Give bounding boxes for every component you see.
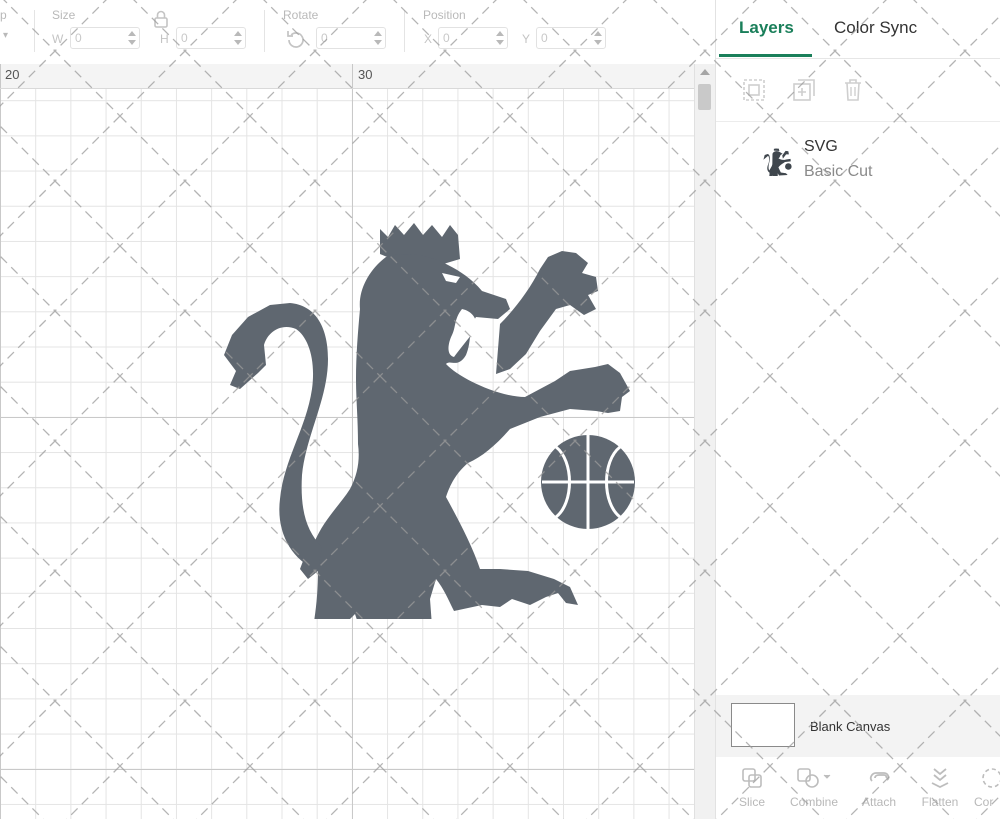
lion-raised-arm bbox=[496, 251, 598, 374]
duplicate-icon[interactable] bbox=[791, 77, 817, 103]
rotate-icon bbox=[285, 29, 307, 54]
slice-icon bbox=[742, 768, 762, 788]
x-position-input[interactable]: 0 bbox=[438, 27, 508, 49]
contour-button[interactable]: Cor bbox=[974, 761, 1000, 817]
x-position-stepper[interactable] bbox=[495, 30, 505, 46]
ruler-tick bbox=[0, 64, 1, 88]
toolbar-divider bbox=[34, 10, 35, 52]
width-value: 0 bbox=[75, 31, 82, 45]
width-prefix: W bbox=[52, 32, 64, 46]
contour-label: Cor bbox=[974, 795, 994, 809]
lion-thumbnail-icon bbox=[763, 148, 792, 176]
lion-design[interactable] bbox=[210, 159, 640, 619]
height-value: 0 bbox=[181, 31, 188, 45]
height-stepper[interactable] bbox=[233, 30, 243, 46]
combine-label: Combine bbox=[789, 795, 839, 809]
blank-canvas-swatch[interactable] bbox=[731, 703, 795, 747]
layer-item-svg[interactable]: SVG Basic Cut bbox=[716, 124, 1000, 194]
blank-canvas-row[interactable]: Blank Canvas bbox=[716, 695, 1000, 757]
scroll-up-arrow-icon[interactable] bbox=[700, 69, 710, 75]
y-prefix: Y bbox=[522, 32, 531, 46]
tab-color-sync[interactable]: Color Sync bbox=[834, 18, 917, 38]
flatten-button[interactable]: Flatten bbox=[912, 761, 968, 817]
flatten-label: Flatten bbox=[921, 795, 959, 809]
size-label: Size bbox=[52, 8, 76, 22]
attach-label: Attach bbox=[861, 795, 897, 809]
active-tab-indicator bbox=[719, 54, 812, 57]
rotate-stepper[interactable] bbox=[373, 30, 383, 46]
panel-tabs: Layers Color Sync bbox=[716, 0, 1000, 59]
design-canvas[interactable]: 20 30 bbox=[0, 64, 715, 819]
delete-icon[interactable] bbox=[840, 77, 866, 103]
ruler-mark-30: 30 bbox=[358, 67, 373, 82]
rotate-input[interactable]: 0 bbox=[316, 27, 386, 49]
width-stepper[interactable] bbox=[127, 30, 137, 46]
operation-dropdown-caret-icon[interactable]: ▾ bbox=[3, 30, 8, 41]
width-input[interactable]: 0 bbox=[70, 27, 140, 49]
layer-actions-bar bbox=[716, 59, 1000, 122]
blank-canvas-label: Blank Canvas bbox=[810, 719, 891, 734]
slice-label: Slice bbox=[738, 795, 765, 809]
attach-button[interactable]: Attach bbox=[851, 761, 907, 817]
y-position-stepper[interactable] bbox=[593, 30, 603, 46]
vertical-scrollbar[interactable] bbox=[694, 64, 715, 819]
layer-name: SVG bbox=[804, 138, 838, 155]
y-position-value: 0 bbox=[541, 31, 548, 45]
layers-panel: Layers Color Sync SVG Basic Cut Blank Ca… bbox=[715, 0, 1000, 819]
edit-toolbar: p ▾ Size W 0 H 0 Rotate 0 Position X 0 Y… bbox=[0, 0, 715, 65]
height-input[interactable]: 0 bbox=[176, 27, 246, 49]
position-label: Position bbox=[423, 8, 466, 22]
layer-cut-type[interactable]: Basic Cut bbox=[804, 163, 872, 181]
x-prefix: X bbox=[424, 32, 433, 46]
layer-tools-bar: Slice Combine Attach Flatten Cor bbox=[716, 757, 1000, 819]
tab-layers[interactable]: Layers bbox=[739, 18, 794, 38]
operation-label-partial: p bbox=[0, 8, 7, 22]
combine-button[interactable]: Combine bbox=[786, 761, 842, 817]
attach-icon bbox=[869, 772, 890, 782]
flatten-icon bbox=[931, 768, 949, 789]
toolbar-divider bbox=[404, 10, 405, 52]
ruler-mark-20: 20 bbox=[5, 67, 20, 82]
slice-button[interactable]: Slice bbox=[724, 761, 780, 817]
combine-icon bbox=[797, 768, 831, 788]
rotate-value: 0 bbox=[321, 31, 328, 45]
group-icon[interactable] bbox=[741, 77, 767, 103]
ruler-tick bbox=[352, 64, 353, 88]
toolbar-divider bbox=[264, 10, 265, 52]
y-position-input[interactable]: 0 bbox=[536, 27, 606, 49]
lion-tail bbox=[224, 303, 328, 571]
scrollbar-thumb[interactable] bbox=[698, 84, 711, 110]
x-position-value: 0 bbox=[443, 31, 450, 45]
contour-icon bbox=[982, 768, 1000, 788]
rotate-label: Rotate bbox=[283, 8, 319, 22]
lock-proportions-icon[interactable] bbox=[154, 10, 168, 31]
top-ruler: 20 30 bbox=[0, 64, 694, 89]
height-prefix: H bbox=[160, 32, 169, 46]
